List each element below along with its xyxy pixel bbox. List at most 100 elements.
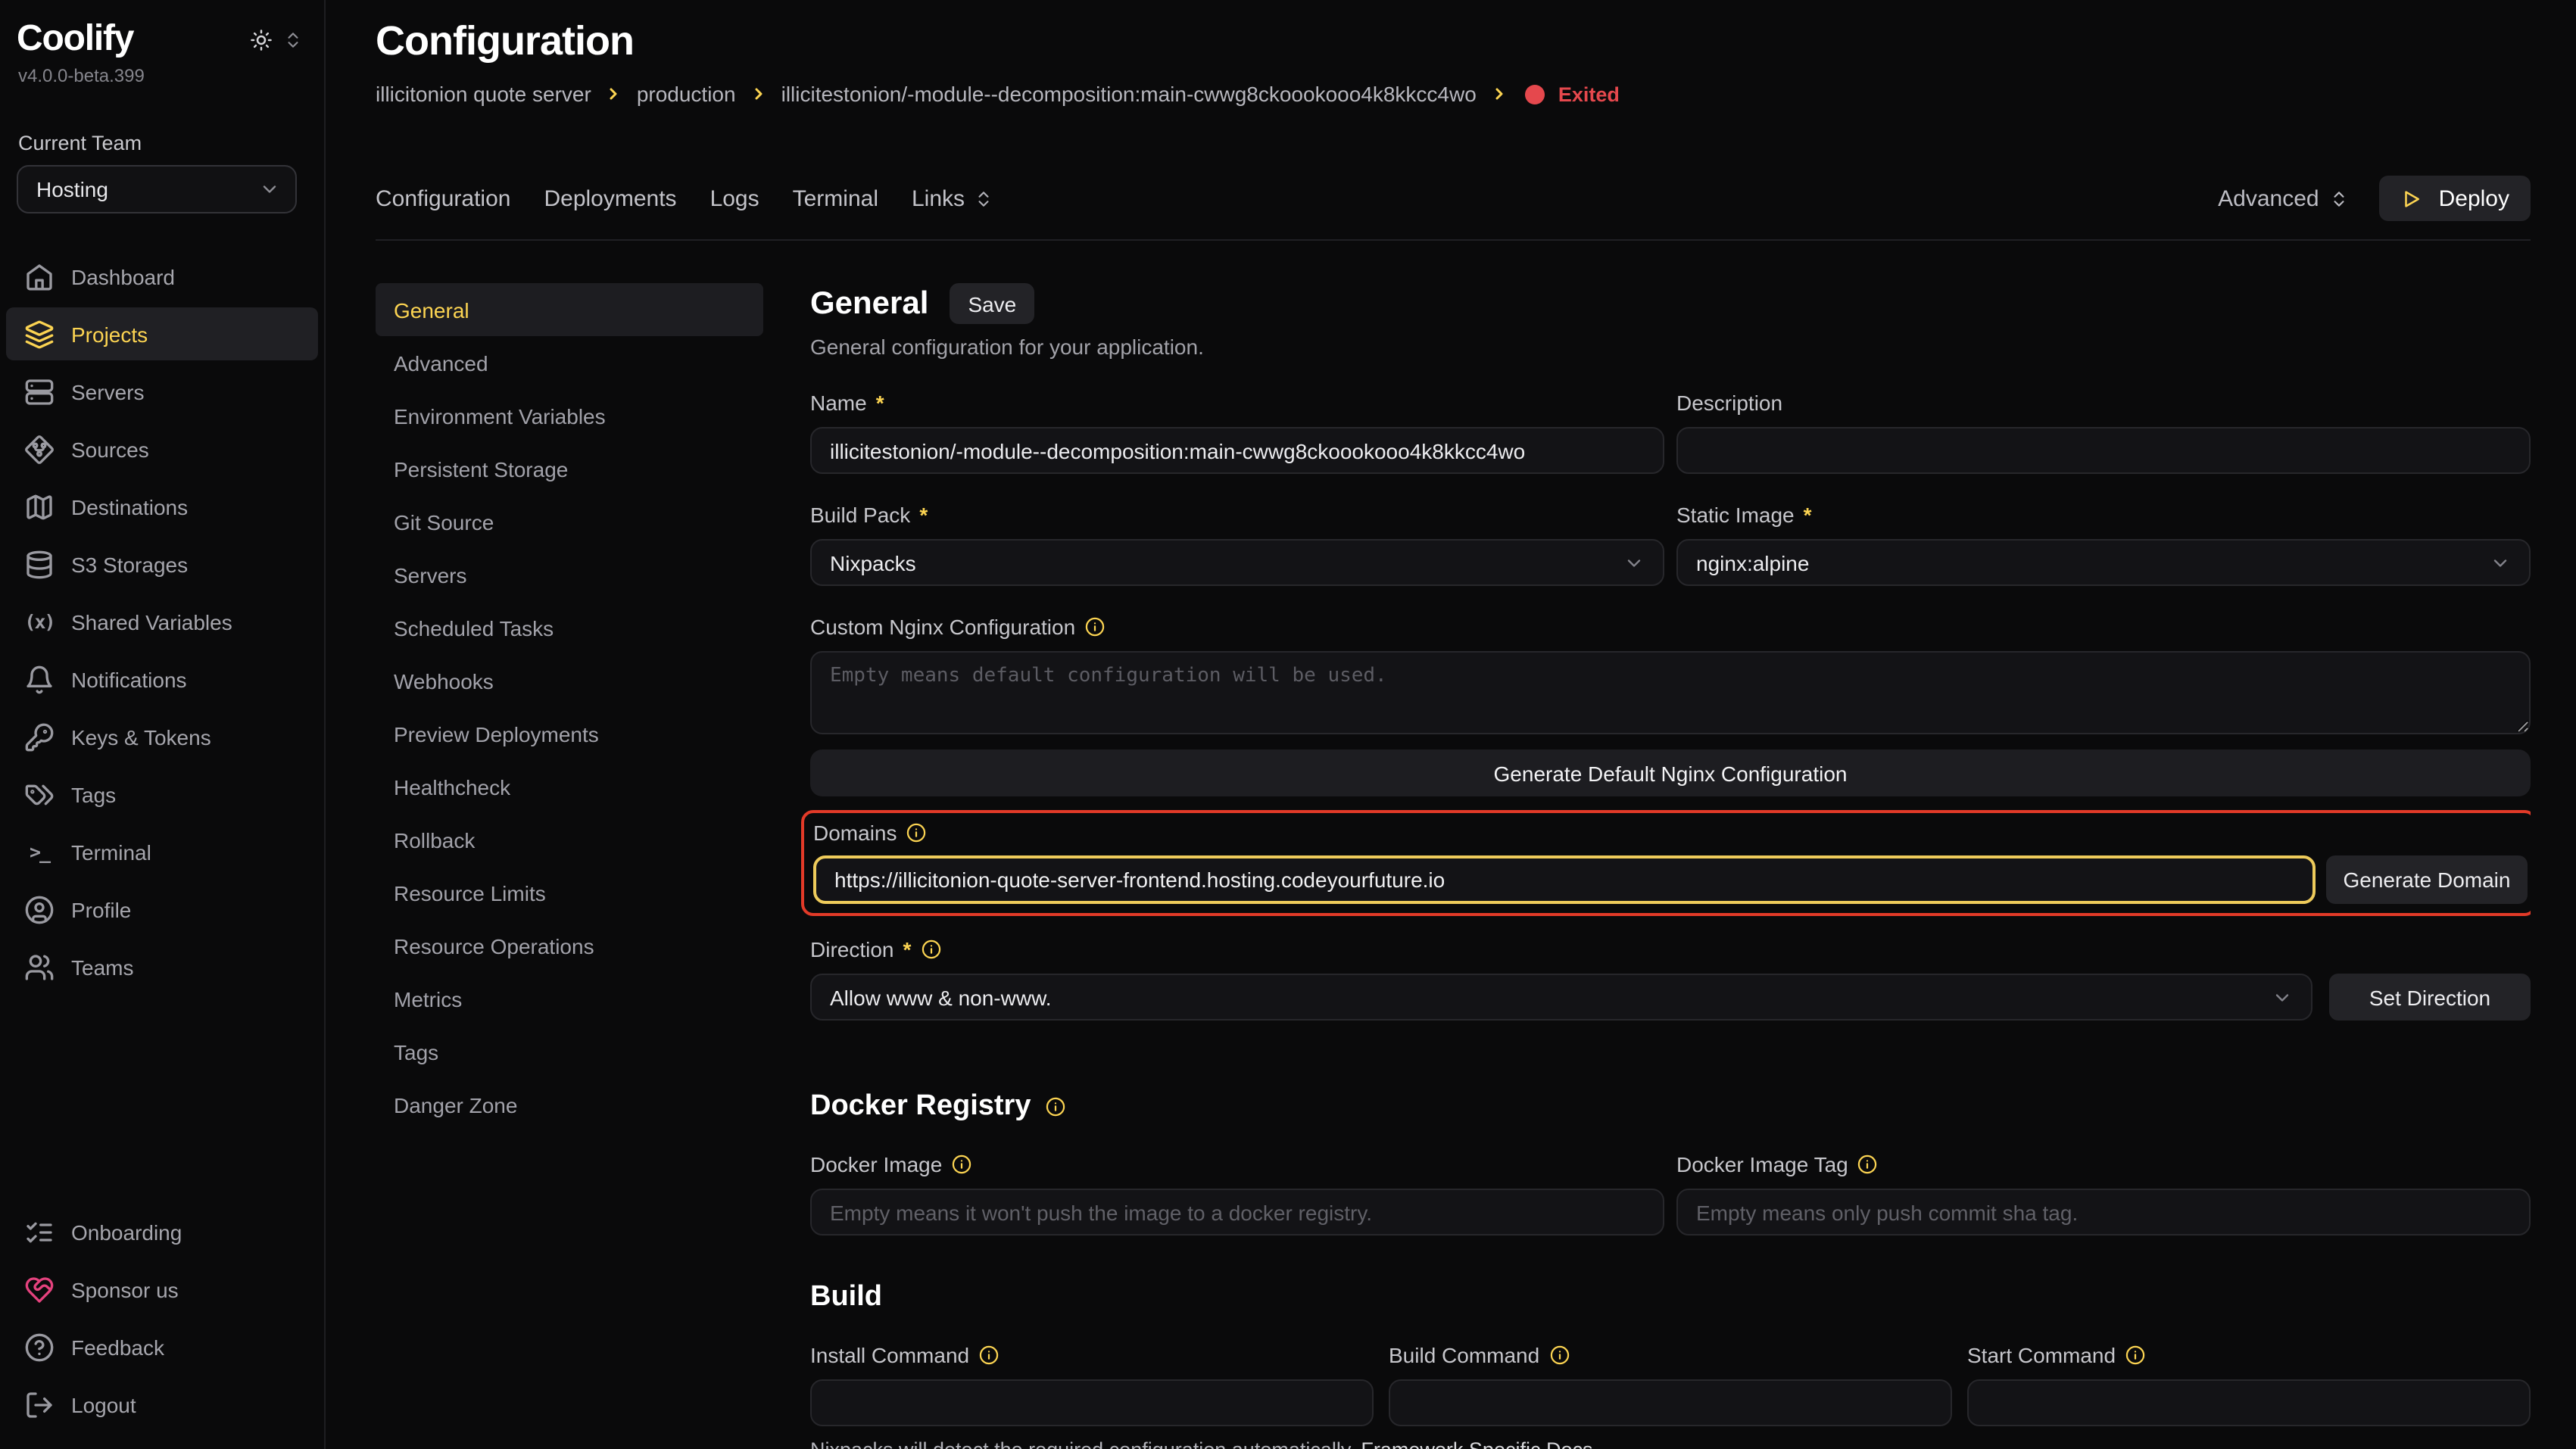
domains-input[interactable] (813, 855, 2316, 904)
name-input[interactable] (810, 427, 1664, 474)
start-command-input[interactable] (1967, 1379, 2531, 1426)
sidebar-item-dashboard[interactable]: Dashboard (6, 250, 318, 303)
terminal-icon: >_ (24, 840, 55, 863)
description-input[interactable] (1676, 427, 2531, 474)
tab-configuration[interactable]: Configuration (376, 185, 510, 211)
config-nav-servers[interactable]: Servers (376, 548, 763, 601)
app-logo: Coolify (17, 18, 133, 61)
info-icon (906, 822, 928, 843)
sidebar-item-servers[interactable]: Servers (6, 365, 318, 418)
list-checks-icon (24, 1217, 55, 1247)
config-nav-environment-variables[interactable]: Environment Variables (376, 389, 763, 442)
config-nav-webhooks[interactable]: Webhooks (376, 654, 763, 707)
install-command-input[interactable] (810, 1379, 1374, 1426)
info-icon (1084, 616, 1106, 637)
sidebar-item-tags[interactable]: Tags (6, 768, 318, 821)
section-description: General configuration for your applicati… (810, 335, 2531, 359)
config-nav-persistent-storage[interactable]: Persistent Storage (376, 442, 763, 495)
direction-select[interactable]: Allow www & non-www. (810, 974, 2312, 1021)
config-nav-metrics[interactable]: Metrics (376, 972, 763, 1025)
static-image-select[interactable]: nginx:alpine (1676, 539, 2531, 586)
tabbar: Configuration Deployments Logs Terminal … (376, 176, 2531, 241)
config-nav-advanced[interactable]: Advanced (376, 336, 763, 389)
chevron-right-icon (1490, 85, 1508, 103)
custom-nginx-textarea[interactable] (810, 651, 2531, 734)
sidebar-item-terminal[interactable]: >_ Terminal (6, 825, 318, 878)
sidebar-item-sources[interactable]: Sources (6, 422, 318, 475)
tab-logs[interactable]: Logs (710, 185, 759, 211)
page-title: Configuration (376, 18, 2531, 64)
tab-terminal[interactable]: Terminal (793, 185, 878, 211)
sidebar-item-label: Sources (71, 437, 149, 461)
tab-deployments[interactable]: Deployments (544, 185, 676, 211)
config-nav-resource-limits[interactable]: Resource Limits (376, 866, 763, 919)
app-version: v4.0.0-beta.399 (0, 61, 324, 86)
log-out-icon (24, 1389, 55, 1419)
advanced-menu[interactable]: Advanced (2218, 185, 2349, 211)
docker-image-tag-input[interactable] (1676, 1189, 2531, 1236)
key-icon (24, 721, 55, 752)
chevron-down-icon (1623, 552, 1645, 573)
sidebar-item-label: Dashboard (71, 264, 175, 288)
config-nav-preview-deployments[interactable]: Preview Deployments (376, 707, 763, 760)
heart-handshake-icon (24, 1274, 55, 1304)
config-nav-rollback[interactable]: Rollback (376, 813, 763, 866)
layers-icon (24, 319, 55, 349)
config-nav-resource-operations[interactable]: Resource Operations (376, 919, 763, 972)
generate-domain-button[interactable]: Generate Domain (2326, 855, 2528, 904)
domains-highlight-box: Domains Generate Domain (801, 810, 2531, 916)
section-title-docker-registry: Docker Registry (810, 1090, 2531, 1123)
config-nav-healthcheck[interactable]: Healthcheck (376, 760, 763, 813)
config-nav-git-source[interactable]: Git Source (376, 495, 763, 548)
info-icon (951, 1154, 972, 1175)
chevron-down-icon (2272, 986, 2293, 1008)
sidebar-item-destinations[interactable]: Destinations (6, 480, 318, 533)
info-icon (1857, 1154, 1879, 1175)
parentheses-x-icon: (x) (24, 610, 55, 633)
info-icon (920, 939, 941, 960)
config-nav-general[interactable]: General (376, 283, 763, 336)
breadcrumb-environment[interactable]: production (637, 82, 736, 106)
user-circle-icon (24, 894, 55, 924)
breadcrumb-application[interactable]: illicitestonion/-module--decomposition:m… (781, 82, 1477, 106)
sidebar-item-keys-tokens[interactable]: Keys & Tokens (6, 710, 318, 763)
deploy-button[interactable]: Deploy (2380, 176, 2531, 221)
set-direction-button[interactable]: Set Direction (2329, 974, 2531, 1021)
config-nav-tags[interactable]: Tags (376, 1025, 763, 1078)
framework-docs-link[interactable]: Framework Specific Docs (1361, 1438, 1592, 1449)
sidebar-item-notifications[interactable]: Notifications (6, 653, 318, 706)
sidebar-item-label: Projects (71, 322, 148, 346)
config-nav-scheduled-tasks[interactable]: Scheduled Tasks (376, 601, 763, 654)
direction-label: Direction* (810, 937, 2531, 961)
theme-toggle-sun-icon[interactable] (250, 28, 273, 51)
config-nav-danger-zone[interactable]: Danger Zone (376, 1078, 763, 1131)
build-command-input[interactable] (1389, 1379, 1952, 1426)
config-subnav: General Advanced Environment Variables P… (376, 283, 763, 1449)
sidebar-item-label: Onboarding (71, 1220, 182, 1244)
sidebar-item-profile[interactable]: Profile (6, 883, 318, 936)
sidebar-item-feedback[interactable]: Feedback (6, 1320, 318, 1373)
build-pack-select[interactable]: Nixpacks (810, 539, 1664, 586)
play-icon (2401, 187, 2424, 210)
sidebar-item-teams[interactable]: Teams (6, 940, 318, 993)
breadcrumb-project[interactable]: illicitonion quote server (376, 82, 591, 106)
tab-links[interactable]: Links (912, 185, 993, 211)
install-command-label: Install Command (810, 1343, 1374, 1367)
info-icon (1044, 1096, 1065, 1117)
save-button[interactable]: Save (950, 283, 1034, 324)
info-icon (978, 1345, 1000, 1366)
sidebar-item-logout[interactable]: Logout (6, 1378, 318, 1431)
home-icon (24, 261, 55, 291)
sidebar-item-shared-variables[interactable]: (x) Shared Variables (6, 595, 318, 648)
sidebar-item-sponsor-us[interactable]: Sponsor us (6, 1263, 318, 1316)
required-mark: * (919, 503, 928, 527)
sidebar-item-onboarding[interactable]: Onboarding (6, 1205, 318, 1258)
sidebar-item-s3-storages[interactable]: S3 Storages (6, 538, 318, 591)
sidebar-nav: Dashboard Projects Servers Sources Desti… (0, 250, 324, 993)
docker-image-input[interactable] (810, 1189, 1664, 1236)
generate-nginx-button[interactable]: Generate Default Nginx Configuration (810, 749, 2531, 796)
chevrons-up-down-icon[interactable] (283, 30, 303, 49)
team-select[interactable]: Hosting (17, 165, 297, 213)
general-form: General Save General configuration for y… (810, 283, 2531, 1449)
sidebar-item-projects[interactable]: Projects (6, 307, 318, 360)
